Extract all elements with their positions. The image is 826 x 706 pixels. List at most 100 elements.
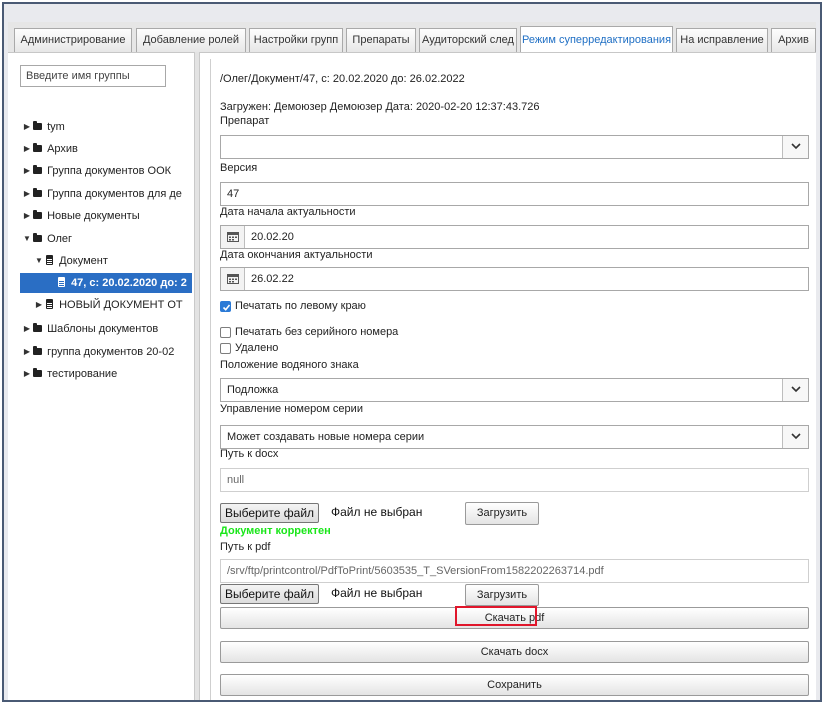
tree-node-label: Документ (59, 255, 108, 267)
tree-node-label: Группа документов ООК (47, 165, 172, 177)
document-path: /Олег/Документ/47, с: 20.02.2020 до: 26.… (220, 73, 465, 85)
tree-node-label: НОВЫЙ ДОКУМЕНТ ОТ (59, 299, 183, 311)
collapse-arrow-icon[interactable]: ▼ (34, 251, 44, 271)
expand-arrow-icon[interactable]: ▶ (22, 342, 32, 362)
tab-group-settings[interactable]: Настройки групп (249, 28, 343, 52)
folder-icon (32, 319, 44, 339)
tree-node-new-docs[interactable]: ▶ Новые документы (22, 206, 192, 226)
tree-node-label: тестирование (47, 368, 118, 380)
folder-icon (32, 229, 44, 249)
group-tree-panel: ▶ tym ▶ Архив ▶ Группа документов ООК ▶ … (8, 52, 194, 700)
upload-docx-button[interactable]: Загрузить (465, 502, 539, 525)
expand-arrow-icon[interactable]: ▶ (22, 161, 32, 181)
tree-node-label: Новые документы (47, 210, 140, 222)
tree-node-new-document[interactable]: ▶ НОВЫЙ ДОКУМЕНТ ОТ (34, 295, 192, 315)
drug-label: Препарат (220, 115, 270, 127)
start-date-label: Дата начала актуальности (220, 206, 356, 218)
document-icon (44, 251, 56, 271)
choose-pdf-file-button[interactable]: Выберите файл (220, 584, 320, 604)
tree-node-archive[interactable]: ▶ Архив (22, 139, 192, 159)
tree-node-label: Олег (47, 233, 73, 245)
expand-arrow-icon[interactable]: ▶ (34, 295, 44, 315)
pdf-file-status: Файл не выбран (331, 586, 423, 600)
folder-icon (32, 184, 44, 204)
tree-node-docs-for[interactable]: ▶ Группа документов для де (22, 184, 192, 204)
start-date-value: 20.02.20 (251, 231, 294, 243)
start-date-field[interactable]: 20.02.20 (220, 225, 809, 249)
pdf-path-input[interactable]: /srv/ftp/printcontrol/PdfToPrint/5603535… (220, 559, 809, 583)
tree-node-label: Архив (47, 143, 78, 155)
tree-node-oleg[interactable]: ▼ Олег (22, 229, 192, 249)
chevron-down-icon[interactable] (782, 379, 808, 401)
serial-label: Управление номером серии (220, 403, 363, 415)
pdf-path-label: Путь к pdf (220, 541, 271, 553)
highlight-box (455, 606, 537, 626)
watermark-select-value: Подложка (227, 384, 279, 396)
tree-node-label: Шаблоны документов (47, 323, 159, 335)
folder-icon (32, 139, 44, 159)
upload-pdf-button[interactable]: Загрузить (465, 584, 539, 606)
tree-node-tym[interactable]: ▶ tym (22, 117, 192, 137)
tab-bar: Администрирование Добавление ролей Настр… (8, 22, 816, 53)
tree-node-document[interactable]: ▼ Документ (34, 251, 192, 271)
tree-node-group-20-02[interactable]: ▶ группа документов 20-02 (22, 342, 192, 362)
tree-node-version-47[interactable]: 47, с: 20.02.2020 до: 2 (20, 273, 192, 293)
chevron-down-icon[interactable] (782, 426, 808, 448)
docx-file-status: Файл не выбран (331, 505, 423, 519)
collapse-arrow-icon[interactable]: ▼ (22, 229, 32, 249)
chevron-down-icon[interactable] (782, 136, 808, 158)
document-panel: /Олег/Документ/47, с: 20.02.2020 до: 26.… (200, 52, 816, 700)
folder-icon (32, 161, 44, 181)
tree-node-testing[interactable]: ▶ тестирование (22, 364, 192, 384)
docx-path-label: Путь к docx (220, 448, 279, 460)
serial-select-value: Может создавать новые номера серии (227, 431, 425, 443)
deleted-checkbox[interactable] (220, 343, 231, 354)
tree-node-label: tym (47, 121, 65, 133)
expand-arrow-icon[interactable]: ▶ (22, 364, 32, 384)
document-icon (56, 273, 68, 293)
folder-icon (32, 206, 44, 226)
deleted-label: Удалено (235, 342, 279, 354)
watermark-select[interactable]: Подложка (220, 378, 809, 402)
end-date-label: Дата окончания актуальности (220, 249, 373, 261)
tab-drugs[interactable]: Препараты (346, 28, 416, 52)
expand-arrow-icon[interactable]: ▶ (22, 139, 32, 159)
calendar-icon[interactable] (221, 226, 245, 248)
tree-node-ook-docs[interactable]: ▶ Группа документов ООК (22, 161, 192, 181)
print-left-label: Печатать по левому краю (235, 300, 366, 312)
print-left-checkbox[interactable] (220, 301, 231, 312)
calendar-icon[interactable] (221, 268, 245, 290)
expand-arrow-icon[interactable]: ▶ (22, 184, 32, 204)
version-input[interactable]: 47 (220, 182, 809, 206)
download-docx-button[interactable]: Скачать docx (220, 641, 809, 663)
expand-arrow-icon[interactable]: ▶ (22, 319, 32, 339)
drug-select[interactable] (220, 135, 809, 159)
folder-icon (32, 117, 44, 137)
tab-superedit-mode[interactable]: Режим суперредактирования (520, 26, 673, 53)
tab-administration[interactable]: Администрирование (14, 28, 132, 52)
end-date-field[interactable]: 26.02.22 (220, 267, 809, 291)
serial-select[interactable]: Может создавать новые номера серии (220, 425, 809, 449)
print-no-serial-label: Печатать без серийного номера (235, 326, 399, 338)
choose-docx-file-button[interactable]: Выберите файл (220, 503, 320, 523)
save-button[interactable]: Сохранить (220, 674, 809, 696)
document-valid-message: Документ корректен (220, 525, 331, 537)
loaded-info: Загружен: Демоюзер Демоюзер Дата: 2020-0… (220, 101, 540, 113)
expand-arrow-icon[interactable]: ▶ (22, 206, 32, 226)
folder-icon (32, 364, 44, 384)
document-icon (44, 295, 56, 315)
expand-arrow-icon[interactable]: ▶ (22, 117, 32, 137)
tree-node-label: группа документов 20-02 (47, 346, 175, 358)
tab-add-roles[interactable]: Добавление ролей (136, 28, 246, 52)
folder-icon (32, 342, 44, 362)
tree-node-templates[interactable]: ▶ Шаблоны документов (22, 319, 192, 339)
tab-audit-trail[interactable]: Аудиторский след (419, 28, 517, 52)
group-search-input[interactable] (20, 65, 166, 87)
docx-path-input[interactable]: null (220, 468, 809, 492)
print-no-serial-checkbox[interactable] (220, 327, 231, 338)
tab-for-correction[interactable]: На исправление (676, 28, 768, 52)
tab-archive[interactable]: Архив (771, 28, 816, 52)
document-form: /Олег/Документ/47, с: 20.02.2020 до: 26.… (210, 59, 812, 700)
tree-node-label: 47, с: 20.02.2020 до: 2 (71, 277, 187, 289)
end-date-value: 26.02.22 (251, 273, 294, 285)
